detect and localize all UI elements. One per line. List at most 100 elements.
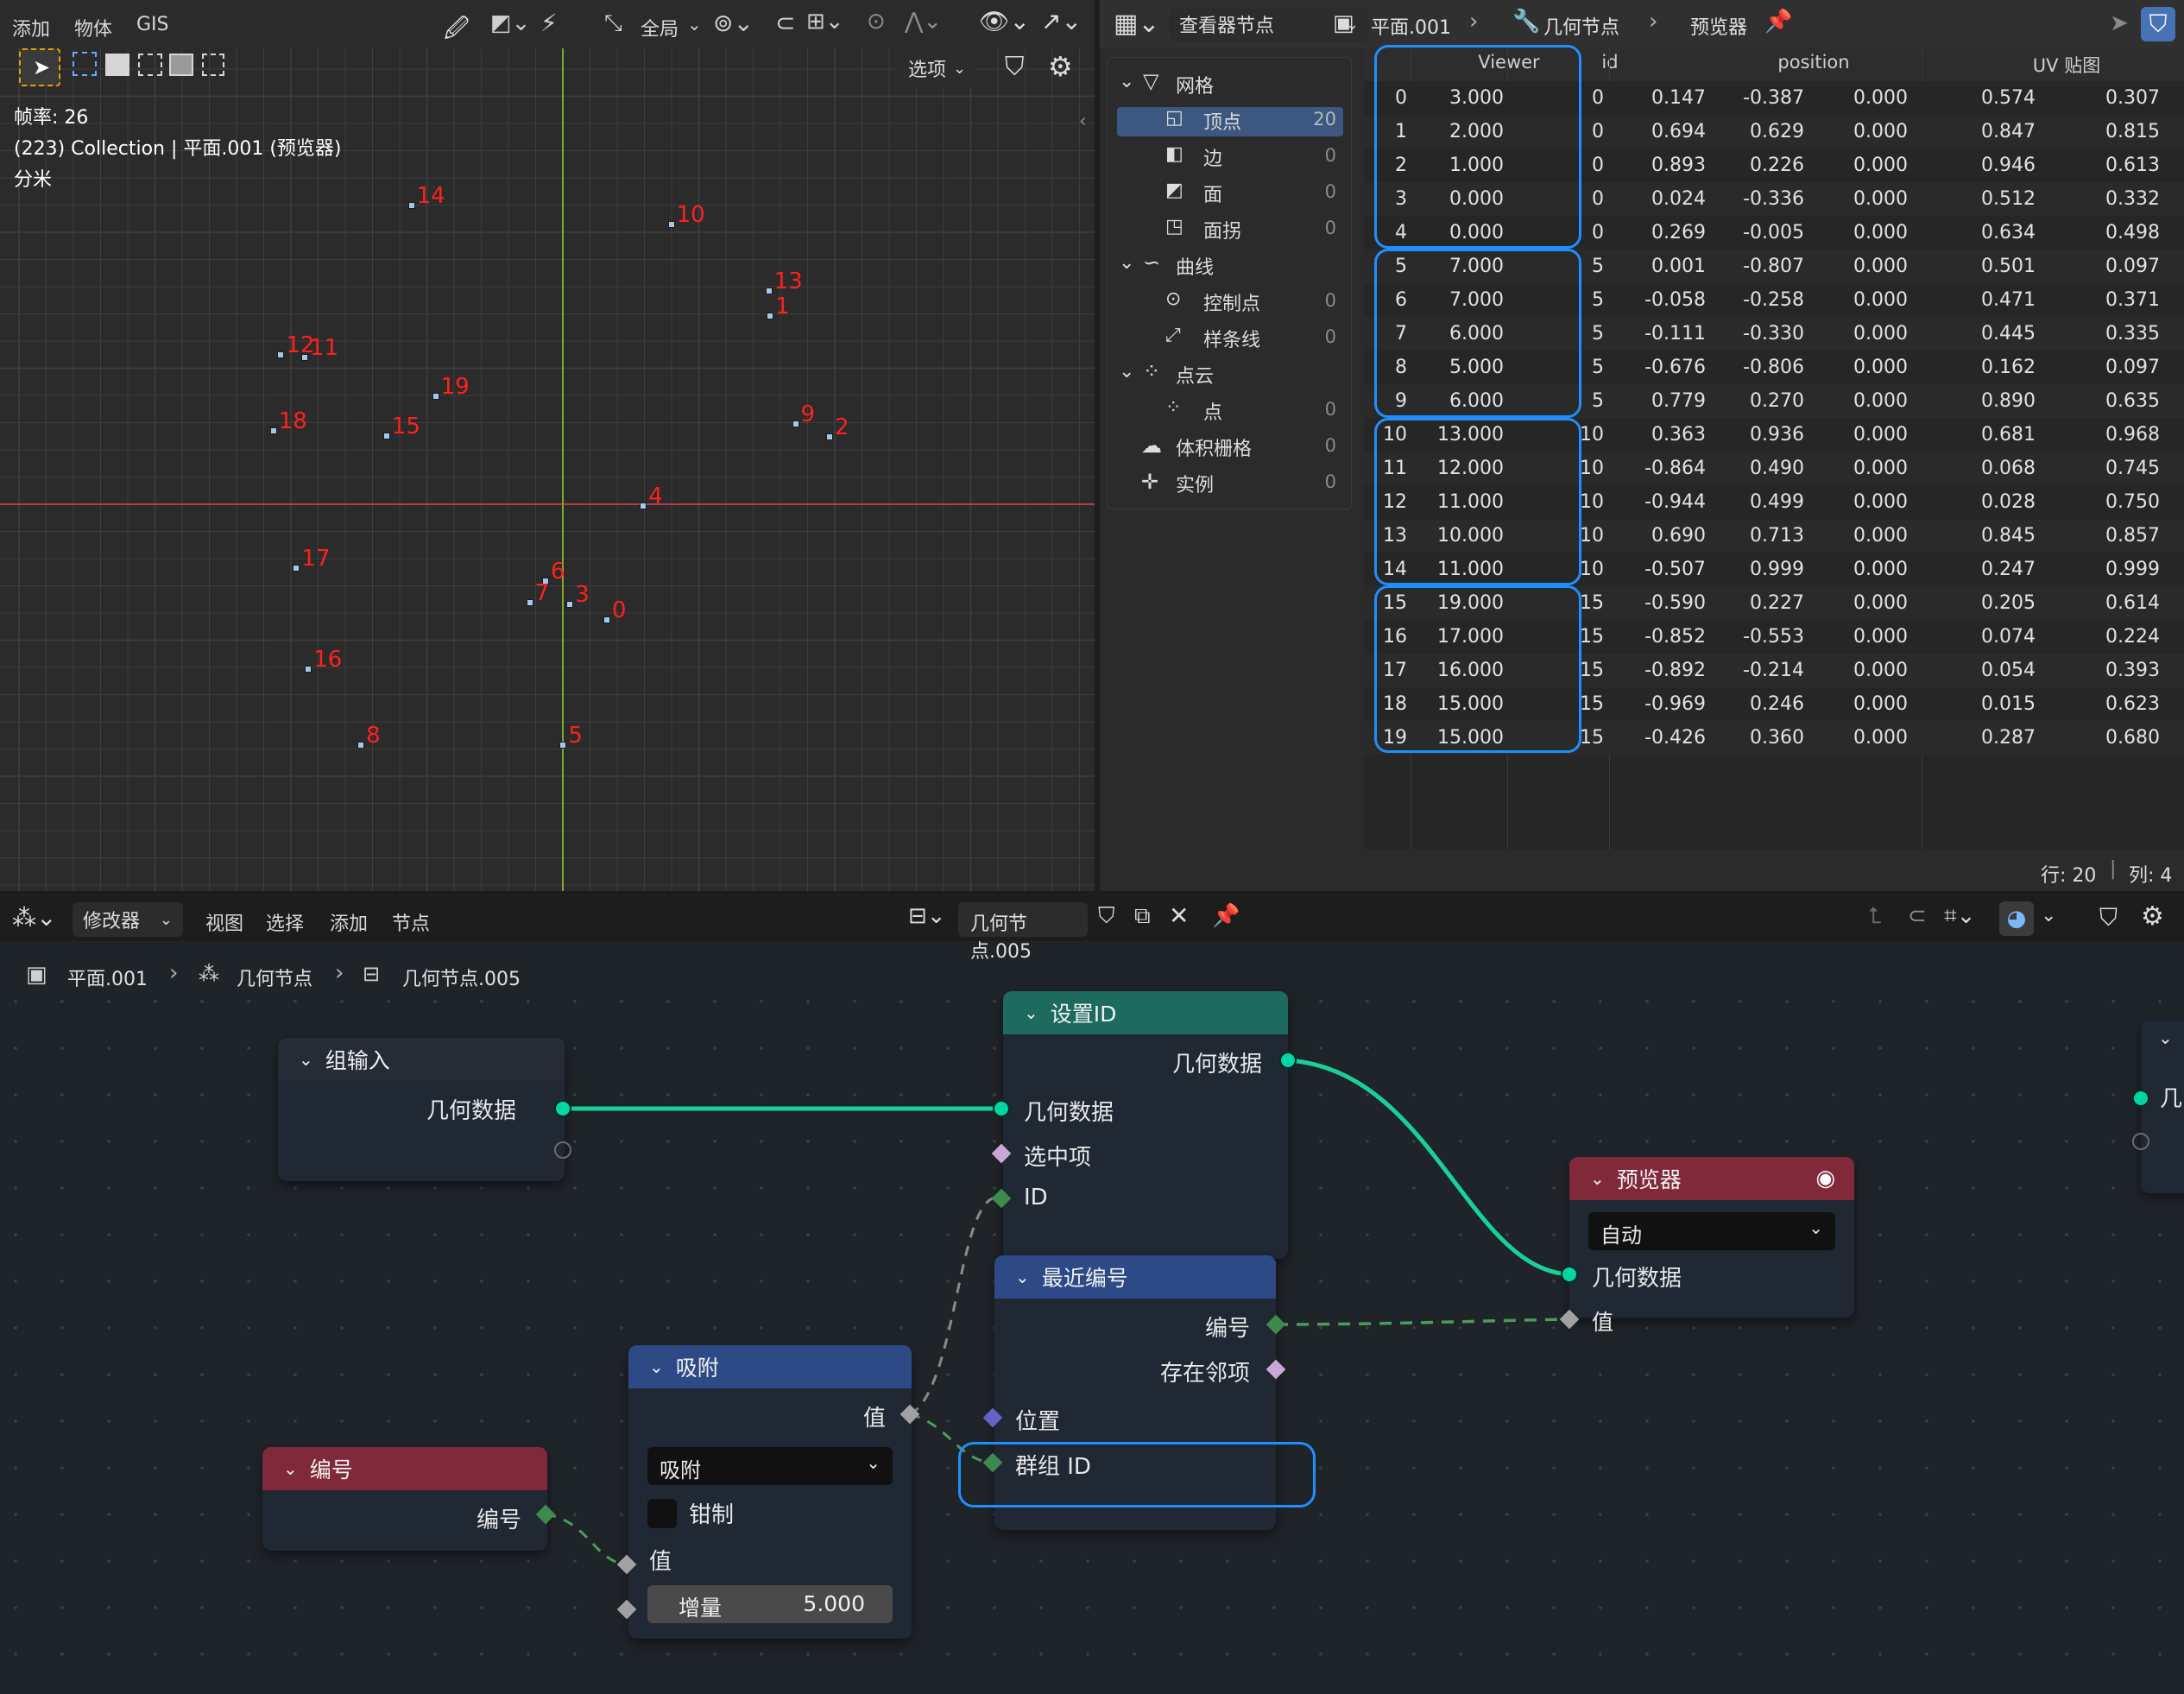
vertex-point[interactable] bbox=[559, 742, 567, 749]
vertex-point[interactable] bbox=[269, 427, 277, 434]
tree-control-point[interactable]: 控制点 bbox=[1203, 288, 1260, 316]
vertex-point[interactable] bbox=[825, 433, 833, 440]
vertex-point[interactable] bbox=[667, 221, 675, 229]
node-header[interactable]: ⌄ 最近编号 bbox=[994, 1255, 1276, 1299]
chevron-down-icon[interactable]: ⌄ bbox=[649, 1356, 664, 1377]
tree-point[interactable]: 点 bbox=[1203, 397, 1222, 425]
gizmo-icon[interactable]: ↗⌄ bbox=[1041, 7, 1082, 35]
node-index[interactable]: ⌄ 编号 编号 bbox=[262, 1447, 547, 1551]
select-new-icon[interactable] bbox=[105, 54, 129, 76]
select-box-icon[interactable] bbox=[73, 52, 97, 76]
vertex-point[interactable] bbox=[640, 502, 647, 509]
options-dropdown[interactable]: 选项 ⌄ bbox=[898, 50, 977, 86]
transform-pivot-icon[interactable]: ◩⌄ bbox=[490, 10, 530, 36]
breadcrumb-viewer[interactable]: 预览器 bbox=[1690, 12, 1747, 40]
tree-corner[interactable]: 面拐 bbox=[1203, 216, 1241, 243]
breadcrumb-object[interactable]: 平面.001 bbox=[1371, 12, 1451, 40]
falloff-icon[interactable]: ⋀⌄ bbox=[905, 9, 942, 35]
snap-operation-dropdown[interactable]: 吸附 ⌄ bbox=[647, 1447, 893, 1485]
socket-geometry-in[interactable] bbox=[2132, 1090, 2149, 1107]
menu-gis[interactable]: GIS bbox=[136, 14, 169, 35]
clamp-checkbox[interactable] bbox=[647, 1499, 677, 1528]
chevron-down-icon[interactable]: ⌄ bbox=[299, 1049, 313, 1070]
node-group-output[interactable]: ⌄ 几 bbox=[2141, 1021, 2184, 1193]
eyedropper-icon[interactable]: 🖉 bbox=[444, 10, 470, 52]
node-viewer[interactable]: ⌄ 预览器 ◉ 自动 ⌄ 几何数据 值 bbox=[1569, 1157, 1854, 1335]
node-set-id[interactable]: ⌄ 设置ID 几何数据 几何数据 选中项 ID bbox=[1003, 991, 1288, 1259]
proportional-edit-icon[interactable]: ⊙ bbox=[867, 9, 886, 35]
select-intersect-icon[interactable] bbox=[202, 54, 224, 76]
filter-icon[interactable]: ⛉ bbox=[2141, 7, 2175, 41]
expand-mesh-icon[interactable]: ⌄ bbox=[1119, 71, 1134, 92]
column-position[interactable]: position bbox=[1663, 52, 1965, 73]
select-subtract-icon[interactable] bbox=[169, 54, 193, 76]
tree-spline[interactable]: 样条线 bbox=[1203, 325, 1260, 352]
filter-icon[interactable]: ⛉ bbox=[1005, 52, 1025, 82]
tree-instance[interactable]: 实例 bbox=[1176, 470, 1214, 497]
orientation-dropdown[interactable]: 全局 bbox=[641, 14, 679, 41]
socket-virtual-in[interactable] bbox=[2132, 1133, 2149, 1150]
chevron-down-icon[interactable]: ⌄ bbox=[2158, 1027, 2173, 1048]
socket-geometry-in[interactable] bbox=[993, 1100, 1010, 1117]
editor-type-icon[interactable]: ▦⌄ bbox=[1114, 9, 1159, 39]
expand-curve-icon[interactable]: ⌄ bbox=[1119, 252, 1134, 274]
node-snap[interactable]: ⌄ 吸附 值 吸附 ⌄ 钳制 值 增量 5.000 bbox=[628, 1345, 912, 1639]
vertex-point[interactable] bbox=[792, 420, 799, 427]
socket-virtual-out[interactable] bbox=[554, 1141, 571, 1159]
vertex-point[interactable] bbox=[382, 433, 390, 440]
menu-object[interactable]: 物体 bbox=[74, 14, 112, 41]
menu-add[interactable]: 添加 bbox=[12, 14, 50, 41]
viewer-domain-dropdown[interactable]: 自动 ⌄ bbox=[1588, 1212, 1835, 1250]
vertex-point[interactable] bbox=[526, 599, 533, 607]
tree-face[interactable]: 面 bbox=[1203, 180, 1222, 207]
3d-viewport[interactable]: 添加 物体 GIS 🖉 ◩⌄ ⚡ ⤡ 全局 ⌄ ⊚⌄ ⊂ ⊞⌄ ⊙ ⋀⌄ 👁⌄ … bbox=[0, 0, 1095, 891]
breadcrumb-modifier[interactable]: 几何节点 bbox=[1543, 12, 1619, 40]
vertex-point[interactable] bbox=[277, 351, 285, 359]
visibility-icon[interactable]: 👁⌄ bbox=[979, 7, 1030, 35]
socket-geometry-out[interactable] bbox=[1279, 1052, 1297, 1069]
column-uv-map[interactable]: UV 贴图 bbox=[1965, 52, 2168, 78]
snap-toggle-icon[interactable]: ⚡ bbox=[540, 9, 558, 37]
vertex-point[interactable] bbox=[407, 202, 415, 210]
pin-icon[interactable]: 📌 bbox=[1764, 9, 1792, 35]
selected-only-icon[interactable]: ➤ bbox=[2110, 10, 2129, 36]
select-extend-icon[interactable] bbox=[138, 54, 162, 76]
vertex-point[interactable] bbox=[603, 616, 610, 623]
socket-geometry-in[interactable] bbox=[1561, 1266, 1578, 1283]
socket-geometry-out[interactable] bbox=[554, 1100, 571, 1117]
gear-icon[interactable]: ⚙ bbox=[1048, 50, 1073, 83]
chevron-down-icon[interactable]: ⌄ bbox=[1015, 1267, 1030, 1287]
tree-mesh[interactable]: 网格 bbox=[1176, 71, 1214, 98]
node-group-input[interactable]: ⌄ 组输入 几何数据 bbox=[278, 1038, 565, 1181]
vertex-point[interactable] bbox=[305, 666, 312, 673]
tree-volume[interactable]: 体积栅格 bbox=[1176, 433, 1252, 461]
tree-pointcloud[interactable]: 点云 bbox=[1176, 361, 1214, 389]
snap-magnet-icon[interactable]: ⊂ bbox=[775, 9, 795, 37]
expand-pointcloud-icon[interactable]: ⌄ bbox=[1119, 361, 1134, 382]
chevron-down-icon[interactable]: ⌄ bbox=[283, 1458, 298, 1479]
sidebar-toggle-icon[interactable]: ‹ bbox=[1079, 111, 1087, 132]
node-header[interactable]: ⌄ 预览器 bbox=[1569, 1157, 1854, 1200]
tree-edge[interactable]: 边 bbox=[1203, 143, 1222, 171]
increment-field[interactable]: 增量 5.000 bbox=[647, 1585, 893, 1623]
vertex-point[interactable] bbox=[357, 741, 365, 749]
snap-target-icon[interactable]: ⊞⌄ bbox=[806, 9, 844, 35]
proportional-link-icon[interactable]: ⊚⌄ bbox=[713, 9, 754, 37]
tree-vertex[interactable]: 顶点 bbox=[1203, 107, 1241, 135]
vertex-point[interactable] bbox=[765, 288, 773, 295]
node-header[interactable]: ⌄ 设置ID bbox=[1003, 991, 1288, 1034]
node-header[interactable]: ⌄ 组输入 bbox=[278, 1038, 565, 1081]
eye-icon[interactable]: ◉ bbox=[1815, 1166, 1835, 1191]
vertex-point[interactable] bbox=[432, 393, 439, 401]
select-tool-button[interactable]: ➤ bbox=[19, 48, 60, 86]
spreadsheet-editor[interactable]: ▦⌄ 查看器节点 ⌄ ▣ 平面.001 › 🔧 几何节点 › 预览器 📌 ➤ ⛉ … bbox=[1100, 0, 2184, 891]
node-header[interactable]: ⌄ 编号 bbox=[262, 1447, 547, 1490]
chevron-down-icon[interactable]: ⌄ bbox=[1024, 1002, 1038, 1023]
vertex-point[interactable] bbox=[566, 601, 574, 609]
chevron-down-icon[interactable]: ⌄ bbox=[1590, 1168, 1605, 1189]
tree-curve[interactable]: 曲线 bbox=[1176, 252, 1214, 280]
vertex-point[interactable] bbox=[293, 565, 300, 572]
node-header[interactable]: ⌄ 吸附 bbox=[628, 1345, 912, 1388]
vertex-point[interactable] bbox=[767, 313, 774, 320]
node-editor[interactable]: ⁂⌄ 修改器 ⌄ 视图 选择 添加 节点 ⊟⌄ 几何节点.005 ⛉ ⧉ ✕ 📌 … bbox=[0, 898, 2184, 1694]
